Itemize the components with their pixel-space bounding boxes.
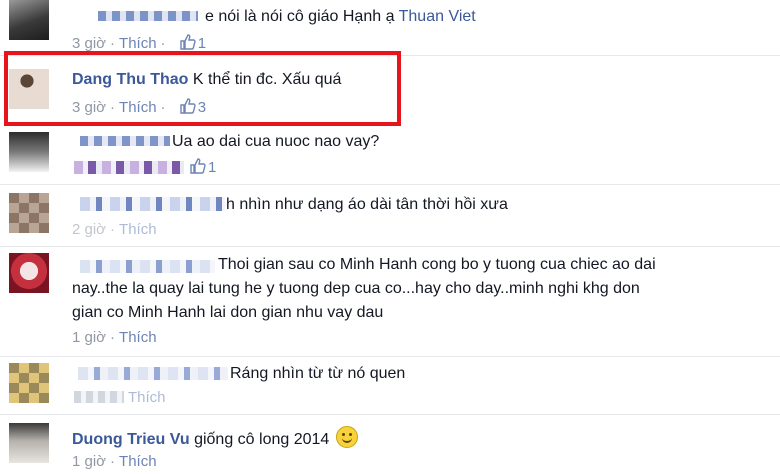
like-button[interactable]: Thích <box>128 389 166 406</box>
comment-text: Ráng nhìn từ từ nó quen <box>230 365 406 382</box>
like-button[interactable]: Thích <box>119 453 157 470</box>
timestamp[interactable]: 1 giờ <box>72 453 106 470</box>
timestamp[interactable]: 2 giờ <box>72 221 106 238</box>
highlight-frame <box>4 51 401 126</box>
timestamp[interactable]: 3 giờ <box>72 35 106 52</box>
mention-link[interactable]: Thuan Viet <box>399 8 476 25</box>
comment-item: Thoi gian sau co Minh Hanh cong bo y tuo… <box>0 247 780 355</box>
comment-item: Ua ao dai cua nuoc nao vay? 1 <box>0 128 780 183</box>
avatar[interactable] <box>9 253 49 293</box>
like-button[interactable]: Thích <box>119 329 157 346</box>
timestamp[interactable]: 1 giờ <box>72 329 106 346</box>
comment-item: Duong Trieu Vu giống cô long 2014 1 giờ ·… <box>0 415 780 474</box>
blurred-name <box>80 136 170 146</box>
avatar[interactable] <box>9 423 49 463</box>
comment-item: Ráng nhìn từ từ nó quen Thích <box>0 357 780 413</box>
like-button[interactable]: Thích <box>119 35 157 52</box>
comment-item: h nhìn như dạng áo dài tân thời hồi xưa … <box>0 185 780 245</box>
avatar[interactable] <box>9 193 49 233</box>
like-count: 1 <box>197 35 207 52</box>
comment-text: h nhìn như dạng áo dài tân thời hồi xưa <box>226 196 508 213</box>
comment-text: e nói là nói cô giáo Hạnh ạ <box>205 8 395 25</box>
comment-author[interactable]: Duong Trieu Vu <box>72 431 190 448</box>
comment-text-line: gian co Minh Hanh lai don gian nhu vay d… <box>72 304 384 321</box>
blurred-name <box>80 197 225 211</box>
like-button[interactable]: Thích <box>119 221 157 238</box>
comment-text-line: nay..the la quay lai tung he y tuong dep… <box>72 280 640 297</box>
avatar[interactable] <box>9 0 49 40</box>
blurred-meta <box>74 391 124 403</box>
thumbs-up-icon[interactable] <box>190 158 206 178</box>
blurred-name <box>78 367 228 380</box>
like-count: 1 <box>208 159 217 176</box>
avatar[interactable] <box>9 363 49 403</box>
comment-text: giống cô long 2014 <box>194 431 330 448</box>
comment-text: Ua ao dai cua nuoc nao vay? <box>172 133 380 150</box>
avatar[interactable] <box>9 132 49 172</box>
smiley-emoji-icon <box>335 426 358 448</box>
comment-text-line: Thoi gian sau co Minh Hanh cong bo y tuo… <box>218 256 656 273</box>
blurred-meta <box>74 161 184 174</box>
blurred-name <box>98 11 198 21</box>
comment-item: e nói là nói cô giáo Hạnh ạ Thuan Viet 3… <box>0 0 780 52</box>
